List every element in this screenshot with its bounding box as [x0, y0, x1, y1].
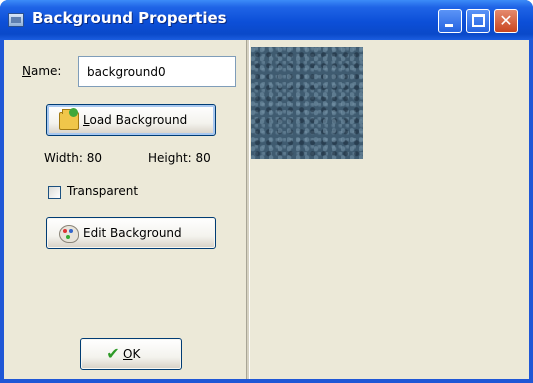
minimize-icon [445, 24, 453, 27]
ok-button[interactable]: ✔ OK [80, 338, 182, 370]
edit-background-button[interactable]: Edit Background [46, 217, 216, 249]
name-label: Name: [22, 64, 62, 78]
app-icon [8, 13, 24, 27]
load-background-label: Load Background [83, 113, 188, 127]
close-button[interactable]: ✕ [494, 9, 518, 33]
dialog-client-area: Name: Load Background Width: 80 Height: … [4, 40, 529, 379]
transparent-label[interactable]: Transparent [67, 184, 138, 198]
close-icon: ✕ [499, 11, 513, 30]
background-texture-image [251, 47, 363, 159]
maximize-icon [472, 14, 485, 27]
width-readout: Width: 80 [44, 151, 102, 165]
title-bar[interactable]: Background Properties ✕ [0, 0, 533, 40]
palette-icon [59, 225, 79, 243]
ok-label: OK [123, 347, 141, 361]
transparent-checkbox[interactable] [48, 186, 61, 199]
height-readout: Height: 80 [148, 151, 211, 165]
window-title: Background Properties [32, 9, 227, 27]
checkmark-icon: ✔ [106, 344, 120, 363]
load-background-button[interactable]: Load Background [46, 104, 216, 136]
maximize-button[interactable] [466, 9, 490, 33]
background-properties-window: Background Properties ✕ Name: Load Backg… [0, 0, 533, 383]
name-input[interactable] [78, 56, 236, 87]
minimize-button[interactable] [438, 9, 462, 33]
edit-background-label: Edit Background [83, 226, 182, 240]
properties-panel: Name: Load Background Width: 80 Height: … [4, 40, 246, 379]
folder-open-icon [59, 108, 79, 130]
background-preview-area [250, 40, 529, 379]
